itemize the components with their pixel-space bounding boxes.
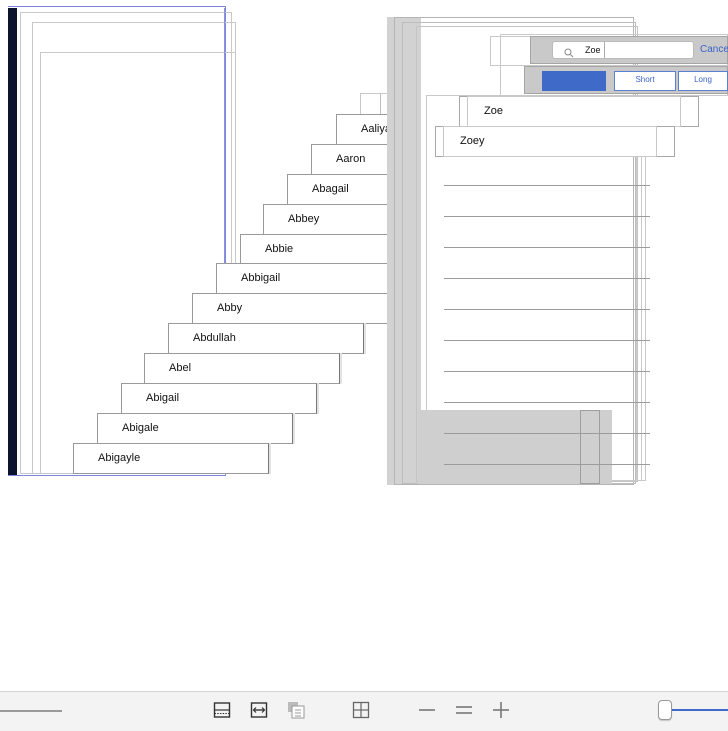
layout-stack-icon[interactable] xyxy=(287,701,305,719)
list-item[interactable]: Abby xyxy=(192,293,388,324)
list-item-label: Aaron xyxy=(336,153,366,165)
list-item[interactable]: Abdullah xyxy=(168,323,364,354)
toolbar-divider-line xyxy=(0,710,62,712)
list-item-label: Abigail xyxy=(146,392,180,404)
list-item-label: Abigayle xyxy=(98,452,141,464)
row-separator xyxy=(444,464,650,465)
list-item[interactable]: Abigale xyxy=(97,413,293,444)
spacing-slider-track[interactable] xyxy=(672,709,728,711)
list-item-label: Abdullah xyxy=(193,332,236,344)
scope-segment-short[interactable]: Short xyxy=(614,71,676,91)
spacing-slider-thumb[interactable] xyxy=(658,700,672,720)
list-item-label: Abby xyxy=(217,302,243,314)
row-separator xyxy=(444,371,650,372)
list-item-label: Abbie xyxy=(265,243,294,255)
list-item-label: Abagail xyxy=(312,183,349,195)
list-item-label: Abel xyxy=(169,362,192,374)
list-item[interactable]: Abigayle xyxy=(73,443,269,474)
search-field-divider xyxy=(604,42,605,58)
search-icon xyxy=(564,45,574,58)
layout-frames-icon[interactable] xyxy=(213,701,231,719)
row-separator xyxy=(444,402,650,403)
layout-stretch-icon[interactable] xyxy=(250,701,268,719)
list-item[interactable]: Abel xyxy=(144,353,340,384)
list-item-label: Abbey xyxy=(288,213,320,225)
view-frame-layer xyxy=(580,410,600,484)
row-separator xyxy=(444,340,650,341)
row-separator xyxy=(444,216,650,217)
list-item-label: Abigale xyxy=(122,422,159,434)
list-item[interactable]: Abbigail xyxy=(216,263,414,294)
zoom-actual-icon[interactable] xyxy=(455,701,473,719)
zoom-in-icon[interactable] xyxy=(492,701,510,719)
view-frame-layer xyxy=(443,126,657,157)
row-separator xyxy=(444,278,650,279)
list-item[interactable]: Abigail xyxy=(121,383,317,414)
list-item-label: Abbigail xyxy=(241,272,281,284)
row-separator xyxy=(444,433,650,434)
zoom-out-icon[interactable] xyxy=(418,701,436,719)
scope-segment-long[interactable]: Long xyxy=(678,71,728,91)
row-separator xyxy=(444,309,650,310)
grid-icon[interactable] xyxy=(352,701,370,719)
view-frame-layer xyxy=(467,96,681,127)
scope-segment-selected[interactable] xyxy=(542,71,606,91)
row-separator xyxy=(444,247,650,248)
cancel-button[interactable]: Cancel xyxy=(700,42,728,58)
row-separator xyxy=(444,185,650,186)
